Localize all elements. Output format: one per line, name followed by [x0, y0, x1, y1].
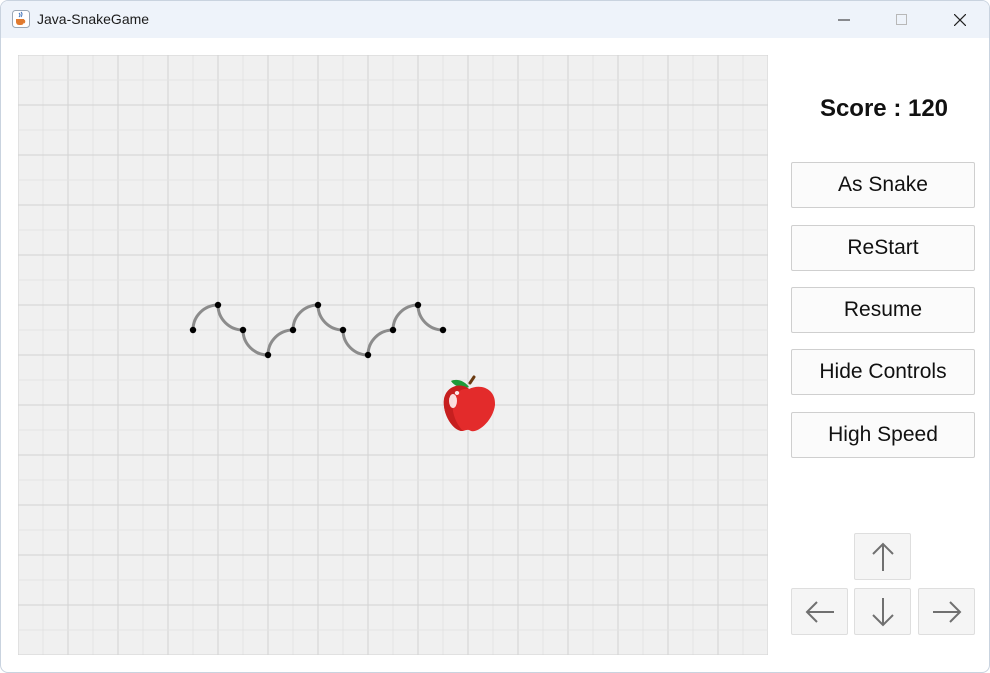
close-button[interactable] [931, 1, 989, 38]
restart-button[interactable]: ReStart [791, 225, 975, 271]
minimize-button[interactable] [815, 1, 873, 38]
snake-joint [289, 326, 297, 334]
maximize-button[interactable] [873, 1, 931, 38]
snake-joint [314, 301, 322, 309]
snake-joint [339, 326, 347, 334]
game-board[interactable] [18, 55, 768, 655]
high-speed-button[interactable]: High Speed [791, 412, 975, 458]
maximize-icon [896, 13, 907, 25]
game-board-canvas [18, 55, 768, 655]
left-arrow-button[interactable] [791, 588, 848, 635]
close-icon [954, 13, 966, 26]
snake-joint [264, 351, 272, 359]
right-arrow-button[interactable] [918, 588, 975, 635]
java-cup-icon [12, 10, 30, 28]
window-title: Java-SnakeGame [37, 11, 150, 27]
game-window: Java-SnakeGame Score: 120 As Snake ReSt… [0, 0, 990, 673]
minimize-icon [838, 19, 850, 20]
resume-button[interactable]: Resume [791, 287, 975, 333]
as-snake-button[interactable]: As Snake [791, 162, 975, 208]
snake-joint [214, 301, 222, 309]
title-bar[interactable]: Java-SnakeGame [1, 1, 989, 38]
snake-joint [414, 301, 422, 309]
arrow-left-icon [805, 600, 834, 623]
apple-icon [443, 375, 496, 432]
snake-joint [389, 326, 397, 334]
down-arrow-button[interactable] [854, 588, 911, 635]
board-grid [18, 55, 768, 655]
arrow-down-icon [871, 597, 894, 626]
score-label: Score : 120 [819, 95, 949, 122]
arrow-up-icon [871, 542, 894, 571]
hide-controls-button[interactable]: Hide Controls [791, 349, 975, 395]
snake-joint [239, 326, 247, 334]
snake-joint [364, 351, 372, 359]
arrow-right-icon [932, 600, 961, 623]
snake-joint [439, 326, 447, 334]
up-arrow-button[interactable] [854, 533, 911, 580]
snake-joint [189, 326, 197, 334]
